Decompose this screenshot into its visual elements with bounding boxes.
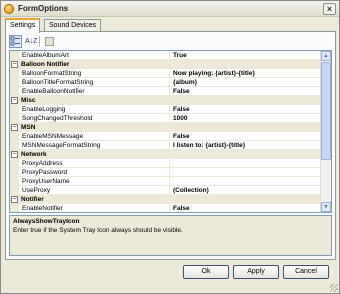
property-value[interactable] xyxy=(170,168,321,177)
app-icon xyxy=(4,4,14,14)
grid-property-row[interactable]: ProxyUserName xyxy=(10,177,321,186)
grid-category-row[interactable]: − Notifier xyxy=(10,195,321,204)
property-name: ProxyPassword xyxy=(19,168,170,177)
scroll-down-arrow-icon[interactable]: ▼ xyxy=(321,202,331,212)
category-label: Notifier xyxy=(21,196,44,203)
grid-category-row[interactable]: − Balloon Notifier xyxy=(10,60,321,69)
grid-property-row[interactable]: EnableMSNMessage False xyxy=(10,132,321,141)
property-value[interactable]: False xyxy=(170,204,321,212)
row-margin xyxy=(10,87,19,96)
row-margin xyxy=(10,141,19,150)
property-value[interactable]: I listen to: {artist}-{title} xyxy=(170,141,321,150)
category-label: MSN xyxy=(21,124,36,131)
scroll-thumb[interactable] xyxy=(321,62,331,160)
row-margin xyxy=(10,177,19,186)
property-name: EnableAlbumArt xyxy=(19,51,170,60)
grid-category-row[interactable]: − Misc xyxy=(10,96,321,105)
collapse-toggle-icon[interactable]: − xyxy=(11,196,18,203)
scroll-up-arrow-icon[interactable]: ▲ xyxy=(321,51,331,61)
property-value[interactable]: False xyxy=(170,87,321,96)
row-margin xyxy=(10,204,19,212)
resize-grip[interactable] xyxy=(330,284,338,292)
grid-property-row[interactable]: EnableNotifier False xyxy=(10,204,321,212)
row-margin xyxy=(10,51,19,60)
categorized-view-glyph xyxy=(10,36,20,46)
window-title: FormOptions xyxy=(18,4,69,13)
grid-vertical-scrollbar[interactable]: ▲ ▼ xyxy=(320,51,331,212)
property-value[interactable] xyxy=(170,159,321,168)
grid-category-row[interactable]: − Network xyxy=(10,150,321,159)
grid-property-row[interactable]: UseProxy (Collection) xyxy=(10,186,321,195)
alphabetical-sort-icon[interactable]: A↓Z xyxy=(24,35,37,48)
row-margin xyxy=(10,114,19,123)
row-margin xyxy=(10,186,19,195)
property-value[interactable]: False xyxy=(170,132,321,141)
property-value[interactable]: True xyxy=(170,51,321,60)
category-label: Misc xyxy=(21,97,36,104)
property-value[interactable]: {album} xyxy=(170,78,321,87)
property-value[interactable]: 1000 xyxy=(170,114,321,123)
grid-property-row[interactable]: BalloonTitleFormatString {album} xyxy=(10,78,321,87)
property-name: SongChangedThreshold xyxy=(19,114,170,123)
property-value[interactable]: (Collection) xyxy=(170,186,321,195)
row-margin xyxy=(10,168,19,177)
property-grid[interactable]: EnableAlbumArt True − Balloon Notifier Ballo… xyxy=(9,50,332,213)
grid-property-row[interactable]: ProxyPassword xyxy=(10,168,321,177)
property-name: BalloonTitleFormatString xyxy=(19,78,170,87)
collapse-toggle-icon[interactable]: − xyxy=(11,124,18,131)
collapse-toggle-icon[interactable]: − xyxy=(11,61,18,68)
categorized-view-icon[interactable] xyxy=(9,35,22,48)
property-name: ProxyUserName xyxy=(19,177,170,186)
property-pages-icon[interactable] xyxy=(43,35,56,48)
row-margin xyxy=(10,78,19,87)
tab-settings[interactable]: Settings xyxy=(5,18,41,33)
grid-category-row[interactable]: − MSN xyxy=(10,123,321,132)
close-button[interactable]: × xyxy=(323,3,336,15)
category-label: Balloon Notifier xyxy=(21,61,70,68)
property-value[interactable] xyxy=(170,177,321,186)
grid-property-row[interactable]: ProxyAddress xyxy=(10,159,321,168)
property-name: EnableNotifier xyxy=(19,204,170,212)
property-name: BalloonFormatString xyxy=(19,69,170,78)
property-value[interactable]: False xyxy=(170,105,321,114)
property-name: EnableLogging xyxy=(19,105,170,114)
apply-button[interactable]: Apply xyxy=(233,265,279,279)
collapse-toggle-icon[interactable]: − xyxy=(11,151,18,158)
grid-property-row[interactable]: SongChangedThreshold 1000 xyxy=(10,114,321,123)
grid-property-row[interactable]: EnableLogging False xyxy=(10,105,321,114)
grid-property-row[interactable]: EnableAlbumArt True xyxy=(10,51,321,60)
row-margin xyxy=(10,132,19,141)
row-margin xyxy=(10,159,19,168)
property-pages-glyph xyxy=(45,37,54,46)
property-name: ProxyAddress xyxy=(19,159,170,168)
property-name: EnableMSNMessage xyxy=(19,132,170,141)
property-value[interactable]: Now playing: {artist}-{title} xyxy=(170,69,321,78)
grid-property-row[interactable]: BalloonFormatString Now playing: {artist}… xyxy=(10,69,321,78)
help-title: AlwaysShowTrayIcon xyxy=(13,218,80,225)
ok-button[interactable]: Ok xyxy=(183,265,229,279)
property-name: UseProxy xyxy=(19,186,170,195)
category-label: Network xyxy=(21,151,47,158)
collapse-toggle-icon[interactable]: − xyxy=(11,97,18,104)
toolbar-separator xyxy=(39,36,40,47)
form-options-window: FormOptions × Settings Sound Devices A↓Z xyxy=(0,0,340,294)
settings-panel: A↓Z EnableAlbumArt True − Balloon Notifier B… xyxy=(5,31,336,260)
grid-property-row[interactable]: EnableBalloonNotifier False xyxy=(10,87,321,96)
row-margin xyxy=(10,69,19,78)
row-margin xyxy=(10,105,19,114)
grid-property-row[interactable]: MSNMessageFormatString I listen to: {arti… xyxy=(10,141,321,150)
title-bar[interactable]: FormOptions × xyxy=(1,1,339,17)
help-description: Enter true if the System Tray Icon alway… xyxy=(13,227,183,234)
help-description-panel: AlwaysShowTrayIcon Enter true if the Sys… xyxy=(9,215,332,256)
cancel-button[interactable]: Cancel xyxy=(283,265,329,279)
property-name: MSNMessageFormatString xyxy=(19,141,170,150)
property-name: EnableBalloonNotifier xyxy=(19,87,170,96)
